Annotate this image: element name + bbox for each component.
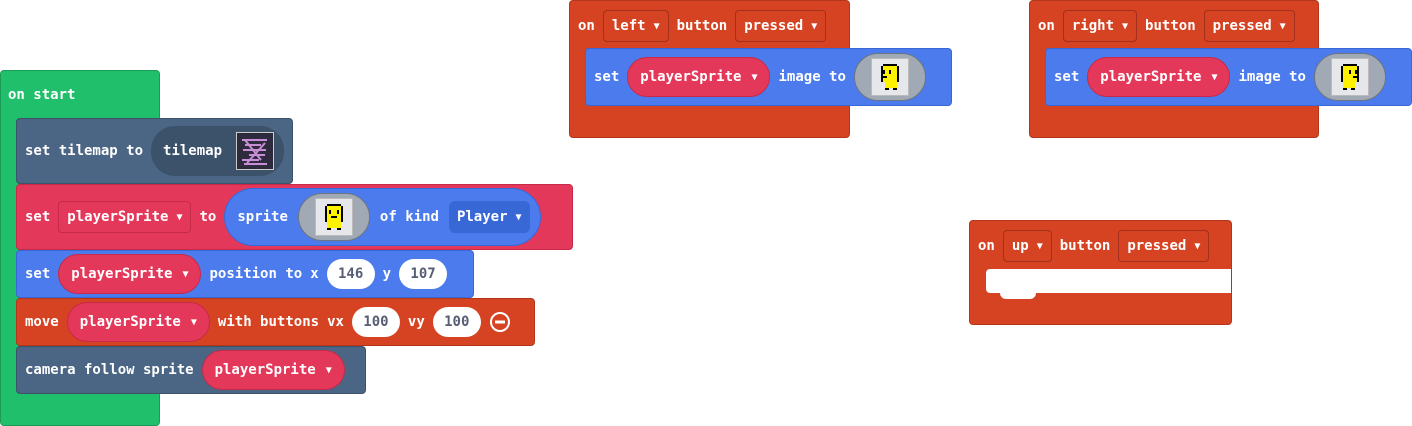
on-right-header: on right ▼ button pressed ▼ xyxy=(1030,6,1303,46)
empty-statement-slot xyxy=(986,269,1231,299)
on-left-header: on left ▼ button pressed ▼ xyxy=(570,6,834,46)
variable-reporter-playersprite[interactable]: playerSprite ▼ xyxy=(58,254,202,294)
sprite-image-picker[interactable] xyxy=(297,193,370,241)
y-label: y xyxy=(382,266,392,282)
chevron-down-icon: ▼ xyxy=(176,211,183,223)
button-value: left xyxy=(611,18,646,34)
of-kind-label: of kind xyxy=(379,209,439,225)
variable-reporter-playersprite[interactable]: playerSprite ▼ xyxy=(201,350,345,390)
character-left-art xyxy=(880,64,899,90)
vy-label: vy xyxy=(407,314,425,330)
tilemap-thumbnail-icon[interactable] xyxy=(236,132,275,170)
with-buttons-label: with buttons xyxy=(217,314,320,330)
chevron-down-icon: ▼ xyxy=(1279,20,1286,32)
set-image-block-right[interactable]: set playerSprite ▼ image to xyxy=(1045,48,1412,106)
sprite-label: sprite xyxy=(237,209,288,225)
chevron-down-icon: ▼ xyxy=(1122,20,1129,32)
set-image-block-left[interactable]: set playerSprite ▼ image to xyxy=(585,48,952,106)
on-up-header: on up ▼ button pressed ▼ xyxy=(970,226,1217,266)
image-to-label: image to xyxy=(778,69,846,85)
variable-name: playerSprite xyxy=(79,314,181,330)
chevron-down-icon: ▼ xyxy=(1036,240,1043,252)
variable-name: playerSprite xyxy=(214,362,316,378)
chevron-down-icon: ▼ xyxy=(190,316,197,328)
yellow-character-right-icon xyxy=(1330,58,1369,96)
button-dropdown-left[interactable]: left ▼ xyxy=(602,10,669,42)
variable-name: playerSprite xyxy=(71,266,173,282)
chevron-down-icon: ▼ xyxy=(1194,240,1201,252)
to-label: to xyxy=(199,209,217,225)
tilemap-reporter[interactable]: tilemap xyxy=(151,126,285,176)
chevron-down-icon: ▼ xyxy=(182,268,189,280)
vx-label: vx xyxy=(327,314,344,330)
button-label: button xyxy=(676,18,728,34)
on-label: on xyxy=(578,18,595,34)
chevron-down-icon: ▼ xyxy=(653,20,660,32)
yellow-character-left-icon xyxy=(870,58,909,96)
chevron-down-icon: ▼ xyxy=(751,71,758,83)
set-position-block[interactable]: set playerSprite ▼ position to x 146 y 1… xyxy=(16,250,474,298)
y-input[interactable]: 107 xyxy=(399,259,448,289)
kind-value: Player xyxy=(456,209,508,225)
variable-name: playerSprite xyxy=(1100,69,1202,85)
event-value: pressed xyxy=(1127,238,1187,254)
tilemap-value: tilemap xyxy=(163,143,223,159)
variable-dropdown-playersprite[interactable]: playerSprite ▼ xyxy=(58,201,192,233)
variable-reporter-playersprite[interactable]: playerSprite ▼ xyxy=(1087,57,1231,97)
set-tilemap-block[interactable]: set tilemap to tilemap xyxy=(16,118,294,184)
event-dropdown-pressed[interactable]: pressed ▼ xyxy=(1203,10,1295,42)
chevron-down-icon: ▼ xyxy=(325,364,332,376)
sprite-create-reporter[interactable]: sprite of kind Player ▼ xyxy=(224,188,541,246)
chevron-down-icon: ▼ xyxy=(1211,71,1218,83)
set-label: set xyxy=(1054,69,1080,85)
chevron-down-icon: ▼ xyxy=(811,20,818,32)
minus-circle-shape xyxy=(489,312,510,332)
image-picker-left[interactable] xyxy=(853,53,926,101)
vy-input[interactable]: 100 xyxy=(432,307,481,337)
on-up-pressed-block[interactable]: on up ▼ button pressed ▼ xyxy=(969,220,1232,325)
x-label: x xyxy=(310,266,319,282)
chevron-down-icon: ▼ xyxy=(515,211,522,223)
character-right-art xyxy=(1340,64,1359,90)
button-value: right xyxy=(1071,18,1115,34)
button-dropdown-up[interactable]: up ▼ xyxy=(1002,230,1052,262)
vx-input[interactable]: 100 xyxy=(351,307,400,337)
camera-follow-block[interactable]: camera follow sprite playerSprite ▼ xyxy=(16,346,366,394)
set-label: set xyxy=(25,209,51,225)
variable-name: playerSprite xyxy=(67,209,169,225)
tilemap-pattern xyxy=(239,135,272,167)
event-value: pressed xyxy=(744,18,804,34)
button-value: up xyxy=(1011,238,1029,254)
position-to-label: position to xyxy=(209,266,303,282)
move-with-buttons-block[interactable]: move playerSprite ▼ with buttons vx 100 … xyxy=(16,298,535,346)
set-label: set xyxy=(25,266,51,282)
button-label: button xyxy=(1059,238,1111,254)
kind-dropdown[interactable]: Player ▼ xyxy=(448,201,530,233)
yellow-character-icon xyxy=(314,198,353,236)
on-label: on xyxy=(1038,18,1055,34)
set-label: set xyxy=(594,69,620,85)
minus-circle-icon[interactable] xyxy=(489,311,511,333)
slot-notch xyxy=(1000,293,1036,299)
variable-reporter-playersprite[interactable]: playerSprite ▼ xyxy=(627,57,771,97)
variable-reporter-playersprite[interactable]: playerSprite ▼ xyxy=(66,302,210,342)
move-label: move xyxy=(25,314,59,330)
variable-name: playerSprite xyxy=(640,69,742,85)
event-dropdown-pressed[interactable]: pressed ▼ xyxy=(735,10,827,42)
set-tilemap-label: set tilemap to xyxy=(25,143,144,159)
on-label: on xyxy=(978,238,995,254)
image-picker-right[interactable] xyxy=(1313,53,1386,101)
camera-follow-label: camera follow sprite xyxy=(25,362,194,378)
x-input[interactable]: 146 xyxy=(326,259,375,289)
button-label: button xyxy=(1145,18,1196,34)
button-dropdown-right[interactable]: right ▼ xyxy=(1062,10,1138,42)
event-dropdown-pressed[interactable]: pressed ▼ xyxy=(1118,230,1210,262)
event-value: pressed xyxy=(1212,18,1272,34)
on-start-label: on start xyxy=(8,87,76,103)
image-to-label: image to xyxy=(1238,69,1306,85)
set-sprite-block[interactable]: set playerSprite ▼ to sprite of kind Pla… xyxy=(16,184,573,250)
yellow-character-art xyxy=(324,204,343,230)
